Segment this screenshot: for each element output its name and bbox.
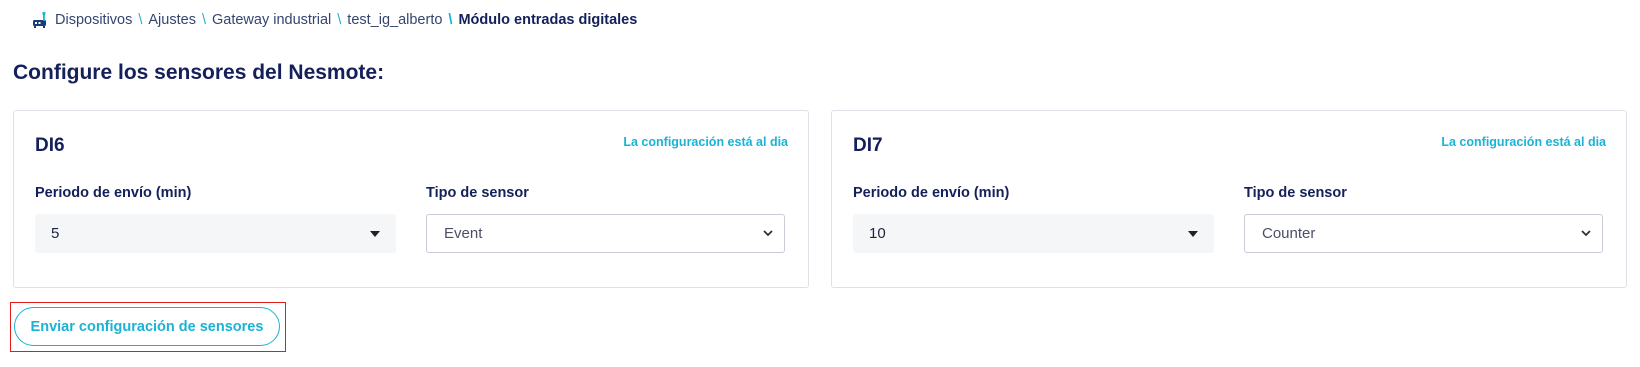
chevron-down-icon xyxy=(763,230,773,237)
breadcrumb-separator: \ xyxy=(138,12,143,28)
period-select[interactable]: 5 xyxy=(35,214,396,253)
breadcrumb-gateway-industrial[interactable]: Gateway industrial xyxy=(212,12,331,28)
period-select[interactable]: 10 xyxy=(853,214,1214,253)
breadcrumb-dispositivos[interactable]: Dispositivos xyxy=(55,12,132,28)
device-icon xyxy=(32,11,50,29)
sensor-type-select[interactable]: Counter xyxy=(1244,214,1603,253)
config-status: La configuración está al dia xyxy=(623,135,788,149)
breadcrumb-separator: \ xyxy=(201,12,206,28)
breadcrumb-ajustes[interactable]: Ajustes xyxy=(148,12,196,28)
breadcrumb-test-ig-alberto[interactable]: test_ig_alberto xyxy=(347,12,442,28)
sensor-type-label: Tipo de sensor xyxy=(1244,185,1347,201)
sensor-card-di7: DI7 La configuración está al dia Periodo… xyxy=(831,110,1627,288)
period-value: 5 xyxy=(51,225,60,242)
sensor-type-label: Tipo de sensor xyxy=(426,185,529,201)
breadcrumb-separator: \ xyxy=(337,12,342,28)
sensor-type-value: Event xyxy=(444,225,483,242)
period-label: Periodo de envío (min) xyxy=(853,185,1010,201)
sensor-title: DI6 xyxy=(35,135,65,156)
submit-highlight-box: Enviar configuración de sensores xyxy=(10,302,286,352)
breadcrumb: Dispositivos \ Ajustes \ Gateway industr… xyxy=(32,9,637,31)
send-sensor-config-button[interactable]: Enviar configuración de sensores xyxy=(14,307,280,346)
breadcrumb-separator: \ xyxy=(448,12,453,28)
caret-down-icon xyxy=(370,231,380,237)
page-title: Configure los sensores del Nesmote: xyxy=(13,61,385,84)
config-status: La configuración está al dia xyxy=(1441,135,1606,149)
period-label: Periodo de envío (min) xyxy=(35,185,192,201)
breadcrumb-current: Módulo entradas digitales xyxy=(458,12,638,28)
sensor-type-value: Counter xyxy=(1262,225,1316,242)
chevron-down-icon xyxy=(1581,230,1591,237)
sensor-type-select[interactable]: Event xyxy=(426,214,785,253)
caret-down-icon xyxy=(1188,231,1198,237)
sensor-title: DI7 xyxy=(853,135,883,156)
sensor-card-di6: DI6 La configuración está al dia Periodo… xyxy=(13,110,809,288)
period-value: 10 xyxy=(869,225,886,242)
